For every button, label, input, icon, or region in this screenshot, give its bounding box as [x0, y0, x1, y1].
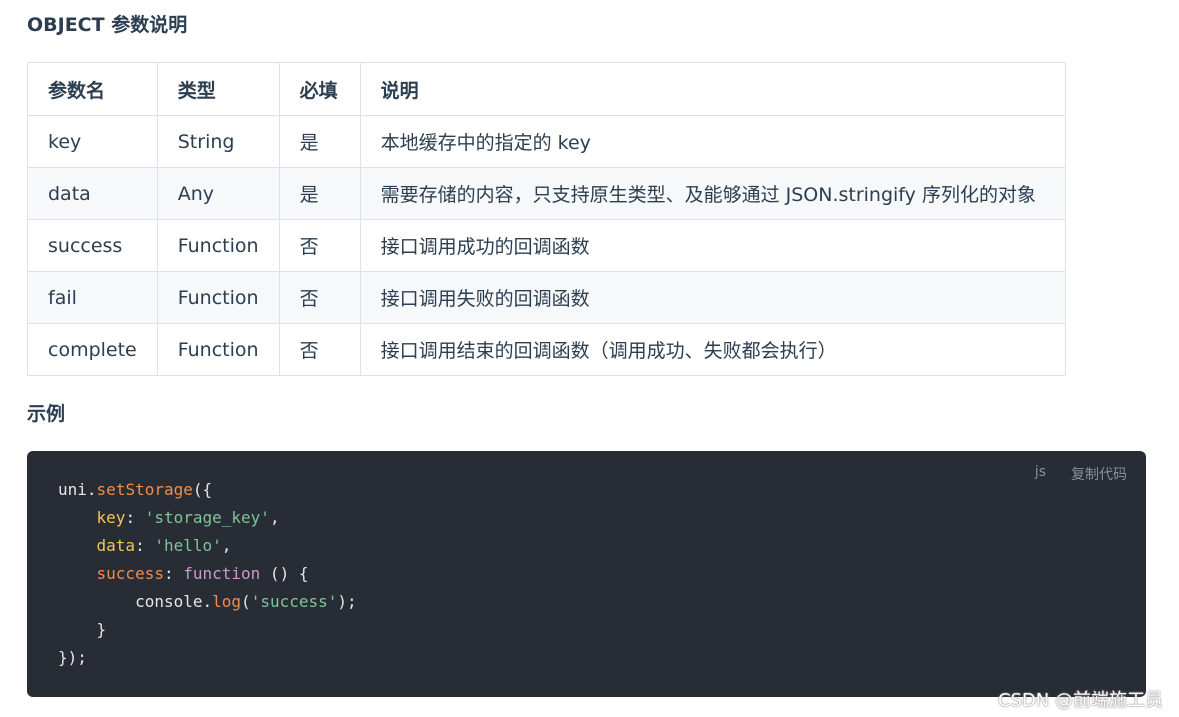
table-row: data Any 是 需要存储的内容，只支持原生类型、及能够通过 JSON.st…: [27, 167, 1067, 220]
header-required: 必填: [278, 62, 361, 116]
code-token: console: [135, 592, 203, 611]
code-token: log: [212, 592, 242, 611]
code-token: 'success': [250, 592, 338, 611]
cell-param-name: fail: [27, 271, 158, 324]
cell-param-name: success: [27, 219, 158, 272]
header-type: 类型: [156, 62, 280, 116]
code-token: data: [96, 536, 136, 555]
header-param-name: 参数名: [27, 62, 158, 116]
header-description: 说明: [359, 62, 1067, 116]
cell-param-name: key: [27, 115, 158, 168]
example-title: 示例: [27, 403, 66, 425]
cell-description: 接口调用成功的回调函数: [359, 219, 1067, 272]
cell-required: 否: [278, 323, 361, 376]
code-line-7: });: [58, 648, 87, 667]
cell-required: 是: [278, 167, 361, 220]
table-row: success Function 否 接口调用成功的回调函数: [27, 219, 1067, 272]
code-token: key: [96, 508, 126, 527]
code-token: setStorage: [96, 480, 193, 499]
table-row: complete Function 否 接口调用结束的回调函数（调用成功、失败都…: [27, 323, 1067, 376]
copy-code-button[interactable]: 复制代码: [1071, 464, 1127, 484]
cell-description: 接口调用结束的回调函数（调用成功、失败都会执行）: [359, 323, 1067, 376]
csdn-watermark: CSDN @前端施工员: [997, 690, 1163, 711]
code-token: function: [183, 564, 261, 583]
cell-type: String: [156, 115, 280, 168]
cell-required: 是: [278, 115, 361, 168]
object-params-title: OBJECT 参数说明: [27, 14, 188, 36]
code-language-label: js: [1034, 464, 1046, 480]
cell-description: 接口调用失败的回调函数: [359, 271, 1067, 324]
cell-param-name: complete: [27, 323, 158, 376]
cell-param-name: data: [27, 167, 158, 220]
table-header-row: 参数名 类型 必填 说明: [27, 62, 1067, 116]
code-token: () {: [260, 564, 309, 583]
cell-type: Any: [156, 167, 280, 220]
code-line-6: }: [96, 620, 107, 639]
code-token: ,: [269, 508, 280, 527]
code-block: js 复制代码 uni.setStorage({ key: 'storage_k…: [27, 451, 1146, 697]
code-content: uni.setStorage({ key: 'storage_key', dat…: [58, 476, 357, 672]
cell-description: 需要存储的内容，只支持原生类型、及能够通过 JSON.stringify 序列化…: [359, 167, 1067, 220]
code-line-3: data: 'hello',: [97, 536, 232, 555]
code-token: :: [125, 508, 145, 527]
cell-type: Function: [156, 271, 280, 324]
cell-description: 本地缓存中的指定的 key: [359, 115, 1067, 168]
code-token: uni: [58, 480, 87, 499]
code-token: success: [96, 564, 164, 583]
cell-required: 否: [278, 219, 361, 272]
code-token: :: [163, 564, 184, 583]
code-line-5: console.log('success');: [135, 592, 357, 611]
code-token: .: [86, 480, 97, 499]
code-line-4: success: function () {: [97, 564, 309, 583]
code-token: :: [135, 536, 155, 555]
code-token: (: [241, 592, 251, 611]
table-row: key String 是 本地缓存中的指定的 key: [27, 115, 1067, 168]
code-token: );: [337, 592, 357, 611]
code-line-1: uni.setStorage({: [58, 480, 212, 499]
cell-type: Function: [156, 323, 280, 376]
params-table: 参数名 类型 必填 说明 key String 是 本地缓存中的指定的 key …: [27, 62, 1067, 376]
table-row: fail Function 否 接口调用失败的回调函数: [27, 271, 1067, 324]
cell-type: Function: [156, 219, 280, 272]
code-token: .: [202, 592, 213, 611]
code-token: 'hello': [154, 536, 222, 555]
code-token: ,: [221, 536, 232, 555]
cell-required: 否: [278, 271, 361, 324]
code-token: ({: [192, 480, 213, 499]
code-token: 'storage_key': [144, 508, 270, 527]
code-line-2: key: 'storage_key',: [97, 508, 280, 527]
